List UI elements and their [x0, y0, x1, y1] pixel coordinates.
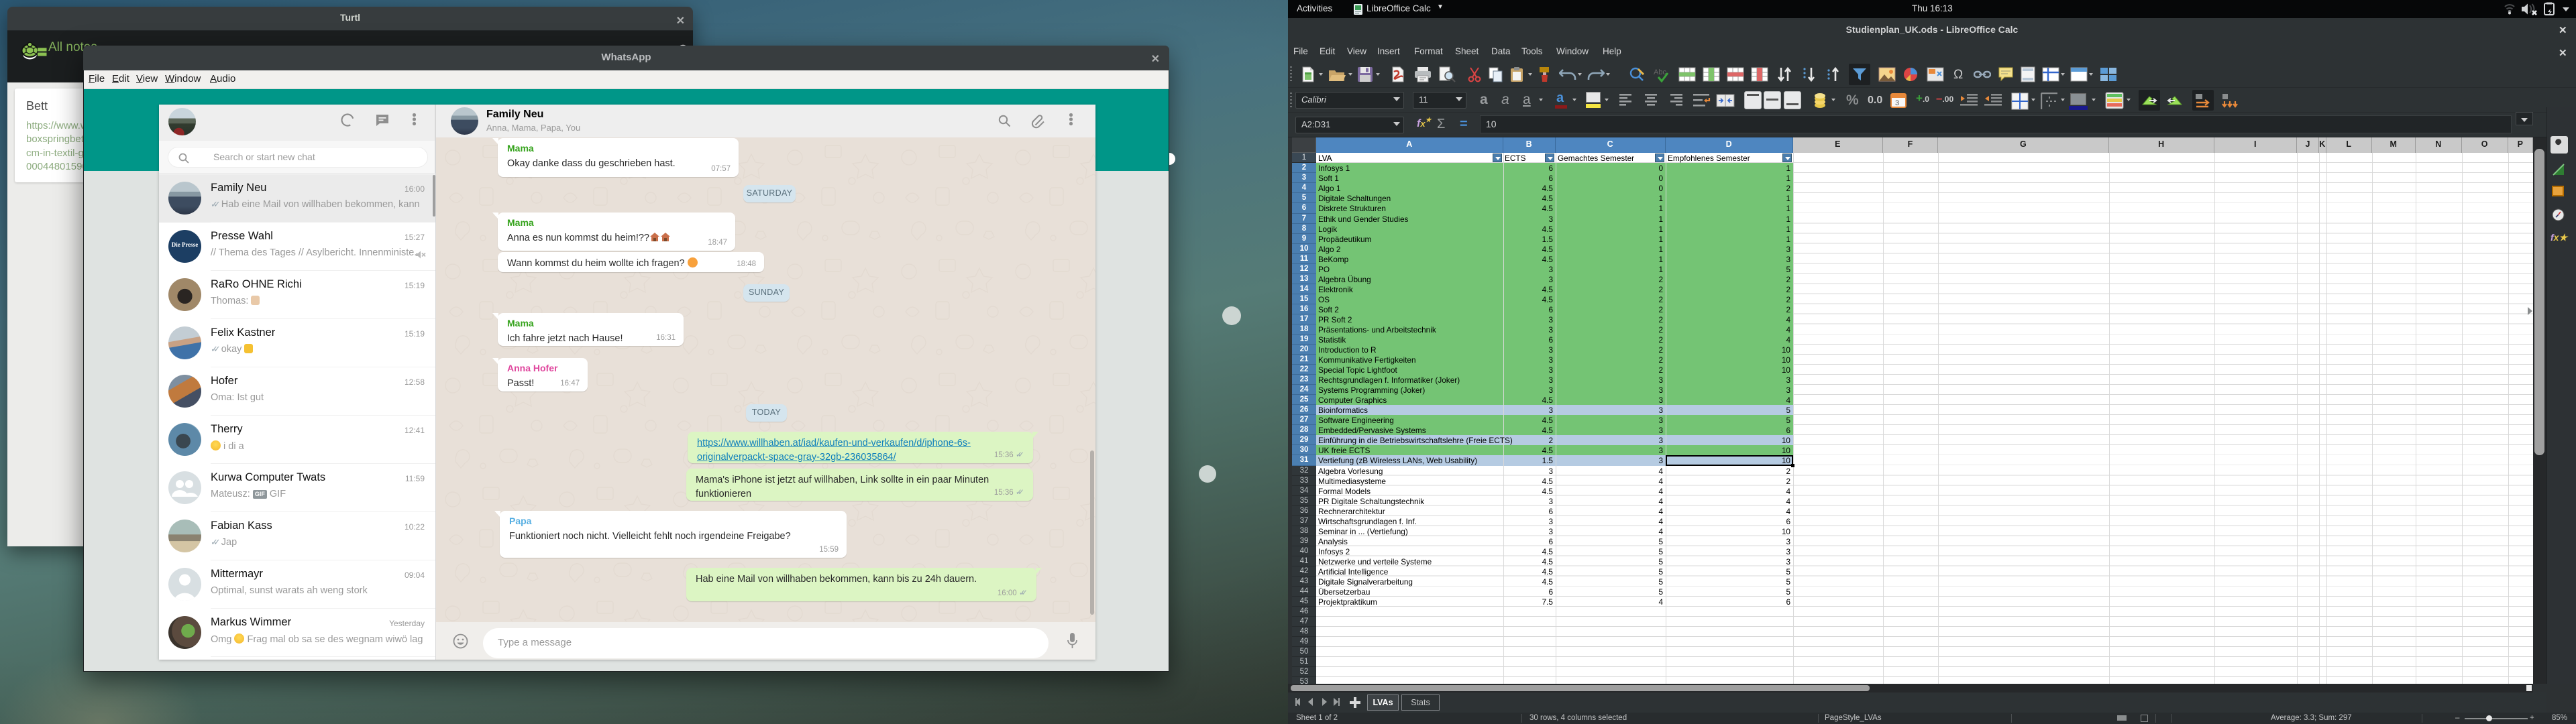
svg-text:Abc: Abc — [1654, 68, 1666, 76]
svg-text:3: 3 — [1895, 99, 1899, 107]
